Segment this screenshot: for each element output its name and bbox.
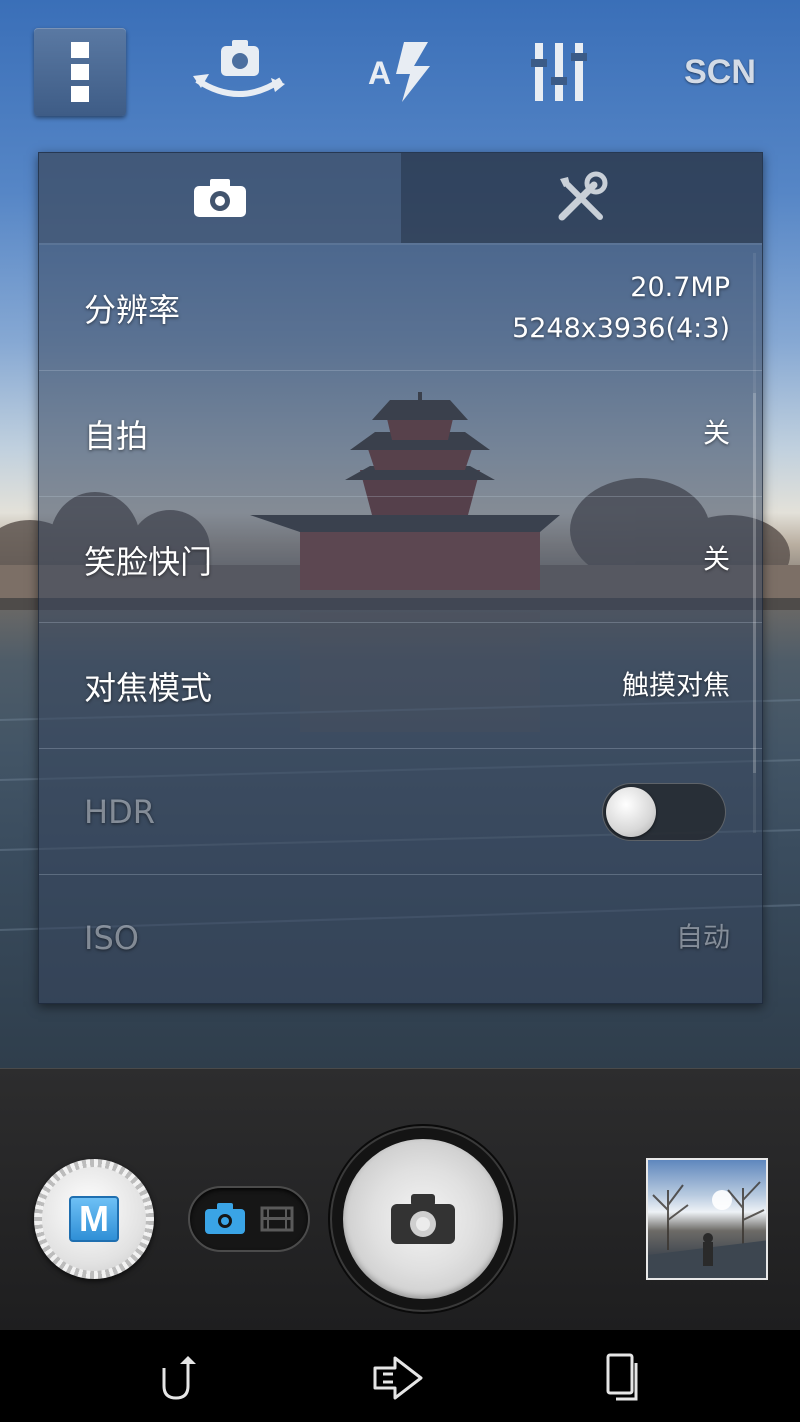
shutter-ring xyxy=(330,1126,516,1312)
recents-icon xyxy=(606,1353,638,1401)
photo-video-switch[interactable] xyxy=(188,1186,310,1252)
setting-value: 自动 xyxy=(676,922,730,954)
home-icon xyxy=(373,1356,423,1400)
recents-button[interactable] xyxy=(590,1352,654,1404)
home-button[interactable] xyxy=(366,1352,430,1404)
resolution-megapixels: 20.7MP xyxy=(630,271,730,303)
setting-value: 关 xyxy=(703,418,730,449)
setting-label: 自拍 xyxy=(84,416,149,455)
tools-icon xyxy=(558,171,608,221)
manual-mode-badge: M xyxy=(69,1196,119,1242)
setting-value: 关 xyxy=(703,544,730,575)
setting-iso[interactable]: ISO 自动 xyxy=(39,875,762,1001)
svg-text:A: A xyxy=(368,55,391,91)
camera-controls: M xyxy=(0,1068,800,1330)
setting-resolution[interactable]: 分辨率 20.7MP 5248x3936(4:3) xyxy=(39,245,762,371)
setting-label: 笑脸快门 xyxy=(84,542,213,581)
camera-icon xyxy=(391,1194,455,1244)
setting-self-timer[interactable]: 自拍 关 xyxy=(39,371,762,497)
sliders-icon xyxy=(531,43,587,101)
vertical-dots-icon xyxy=(71,42,89,102)
settings-panel: 分辨率 20.7MP 5248x3936(4:3) 自拍 关 笑脸快门 关 对焦… xyxy=(38,152,763,1004)
tab-camera-settings[interactable] xyxy=(39,153,401,243)
system-navbar xyxy=(0,1330,800,1422)
switch-camera-icon xyxy=(193,40,285,97)
menu-button[interactable] xyxy=(34,28,126,116)
setting-focus-mode[interactable]: 对焦模式 触摸对焦 xyxy=(39,623,762,749)
camera-icon xyxy=(193,179,246,217)
scene-label: SCN xyxy=(684,52,756,91)
mode-dial-face: M xyxy=(42,1167,146,1271)
back-icon xyxy=(162,1356,196,1400)
scene-button[interactable]: SCN xyxy=(676,28,764,116)
scrollbar-thumb[interactable] xyxy=(753,393,756,773)
video-mode-icon xyxy=(260,1206,294,1232)
mode-dial[interactable]: M xyxy=(34,1159,154,1279)
setting-label: 分辨率 xyxy=(84,290,181,329)
setting-value: 20.7MP 5248x3936(4:3) xyxy=(512,267,730,349)
toggle-knob xyxy=(606,786,656,837)
setting-label: 对焦模式 xyxy=(84,668,213,707)
tab-general-settings[interactable] xyxy=(400,153,762,243)
setting-hdr[interactable]: HDR xyxy=(39,749,762,875)
flash-button[interactable]: A xyxy=(362,28,436,116)
settings-tabs xyxy=(39,153,762,243)
switch-camera-button[interactable] xyxy=(190,28,288,116)
shutter-button[interactable] xyxy=(343,1139,503,1299)
hdr-toggle[interactable] xyxy=(602,782,726,841)
setting-value: 触摸对焦 xyxy=(622,670,730,701)
setting-smile-shutter[interactable]: 笑脸快门 关 xyxy=(39,497,762,623)
photo-mode-icon xyxy=(205,1203,245,1234)
settings-list: 分辨率 20.7MP 5248x3936(4:3) 自拍 关 笑脸快门 关 对焦… xyxy=(39,245,762,1001)
camera-toolbar: A SCN xyxy=(0,0,800,140)
thumbnail-image xyxy=(648,1181,766,1278)
resolution-dimensions: 5248x3936(4:3) xyxy=(512,312,730,344)
flash-auto-icon: A xyxy=(368,42,430,102)
setting-label: ISO xyxy=(84,919,139,957)
setting-label: HDR xyxy=(84,792,155,831)
last-photo-thumbnail[interactable] xyxy=(646,1158,768,1280)
back-button[interactable] xyxy=(144,1352,208,1404)
adjust-button[interactable] xyxy=(526,28,592,116)
